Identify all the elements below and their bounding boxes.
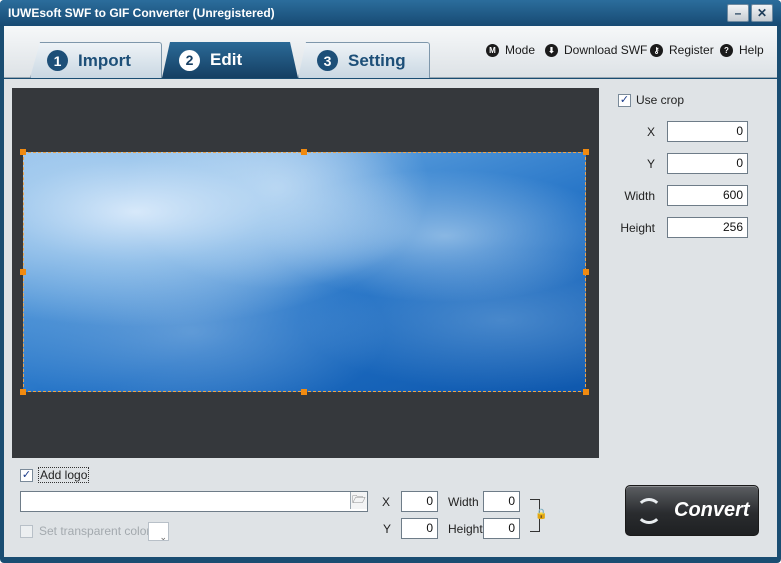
crop-handle-top[interactable]	[301, 149, 307, 155]
transparent-check-icon	[20, 524, 33, 538]
minimize-button[interactable]: –	[727, 4, 749, 22]
crop-width-row: Width 600	[618, 185, 768, 207]
logo-width-row: Width 0	[446, 491, 522, 512]
help-label: Help	[739, 43, 764, 57]
add-logo-checkbox[interactable]: ✓ Add logo	[20, 467, 90, 483]
logo-height-label: Height	[448, 522, 483, 536]
header-bar: 1 Import 2 Edit 3 Setting M Mode ⬇ Downl…	[4, 26, 777, 78]
tab-setting[interactable]: 3 Setting	[298, 42, 430, 78]
title-bar[interactable]: IUWEsoft SWF to GIF Converter (Unregiste…	[0, 0, 781, 26]
crop-width-input[interactable]: 600	[667, 185, 748, 206]
tab-import[interactable]: 1 Import	[30, 42, 162, 78]
folder-icon[interactable]: 🗁	[350, 492, 367, 509]
logo-height-row: Height 0	[446, 518, 522, 539]
logo-y-label: Y	[383, 522, 392, 536]
crop-height-label: Height	[620, 221, 655, 235]
use-crop-check-icon: ✓	[618, 93, 631, 107]
crop-x-input[interactable]: 0	[667, 121, 748, 142]
crop-handle-top-right[interactable]	[583, 149, 589, 155]
tab-setting-label: Setting	[348, 50, 406, 70]
crop-handle-top-left[interactable]	[20, 149, 26, 155]
step-number-1: 1	[47, 50, 68, 71]
crop-y-label: Y	[646, 157, 655, 171]
crop-handle-bottom-right[interactable]	[583, 389, 589, 395]
crop-width-label: Width	[624, 189, 655, 203]
window-title: IUWEsoft SWF to GIF Converter (Unregiste…	[8, 6, 275, 20]
logo-width-label: Width	[448, 495, 479, 509]
add-logo-check-icon: ✓	[20, 468, 33, 482]
logo-y-input[interactable]: 0	[401, 518, 438, 539]
register-label: Register	[669, 43, 714, 57]
tab-edit[interactable]: 2 Edit	[162, 42, 298, 78]
step-number-3: 3	[317, 50, 338, 71]
close-button[interactable]: ✕	[751, 4, 773, 22]
use-crop-label: Use crop	[636, 93, 685, 107]
crop-height-row: Height 256	[618, 217, 768, 239]
key-icon: ⚷	[650, 43, 663, 57]
crop-x-label: X	[646, 125, 655, 139]
use-crop-checkbox[interactable]: ✓ Use crop	[618, 93, 684, 107]
color-picker[interactable]	[148, 522, 169, 543]
mode-button[interactable]: M Mode	[486, 43, 535, 57]
logo-y-row: Y 0	[380, 518, 440, 539]
download-swf-label: Download SWF	[564, 43, 648, 57]
logo-x-row: X 0	[380, 491, 440, 512]
register-button[interactable]: ⚷ Register	[650, 43, 714, 57]
app-window: IUWEsoft SWF to GIF Converter (Unregiste…	[0, 0, 781, 563]
tab-edit-label: Edit	[210, 50, 243, 69]
convert-button[interactable]: Convert	[625, 485, 759, 536]
logo-x-input[interactable]: 0	[401, 491, 438, 512]
crop-rectangle[interactable]	[23, 152, 586, 392]
crop-height-input[interactable]: 256	[667, 217, 748, 238]
crop-x-row: X 0	[618, 121, 768, 143]
crop-y-row: Y 0	[618, 153, 768, 175]
add-logo-label: Add logo	[38, 467, 90, 483]
convert-label: Convert	[674, 499, 750, 521]
crop-handle-left[interactable]	[20, 269, 26, 275]
transparent-color-checkbox[interactable]: Set transparent color	[20, 524, 150, 538]
crop-handle-bottom[interactable]	[301, 389, 307, 395]
transparent-color-label: Set transparent color	[39, 524, 151, 538]
lock-icon[interactable]: 🔒	[535, 509, 547, 520]
video-preview	[12, 88, 599, 458]
logo-x-label: X	[382, 495, 391, 509]
tab-import-label: Import	[78, 50, 131, 70]
mode-icon: M	[486, 43, 499, 57]
help-icon: ?	[720, 43, 733, 57]
download-icon: ⬇	[545, 43, 558, 57]
download-swf-button[interactable]: ⬇ Download SWF	[545, 43, 647, 57]
logo-path-input[interactable]	[20, 491, 368, 512]
help-button[interactable]: ? Help	[720, 43, 764, 57]
crop-handle-bottom-left[interactable]	[20, 389, 26, 395]
edit-panel: ✓ Use crop X 0 Y 0 Width 600 Height 256	[4, 79, 777, 557]
step-number-2: 2	[179, 49, 200, 71]
mode-label: Mode	[505, 43, 536, 57]
logo-height-input[interactable]: 0	[483, 518, 520, 539]
convert-icon	[636, 497, 662, 524]
crop-handle-right[interactable]	[583, 269, 589, 275]
logo-width-input[interactable]: 0	[483, 491, 520, 512]
crop-y-input[interactable]: 0	[667, 153, 748, 174]
